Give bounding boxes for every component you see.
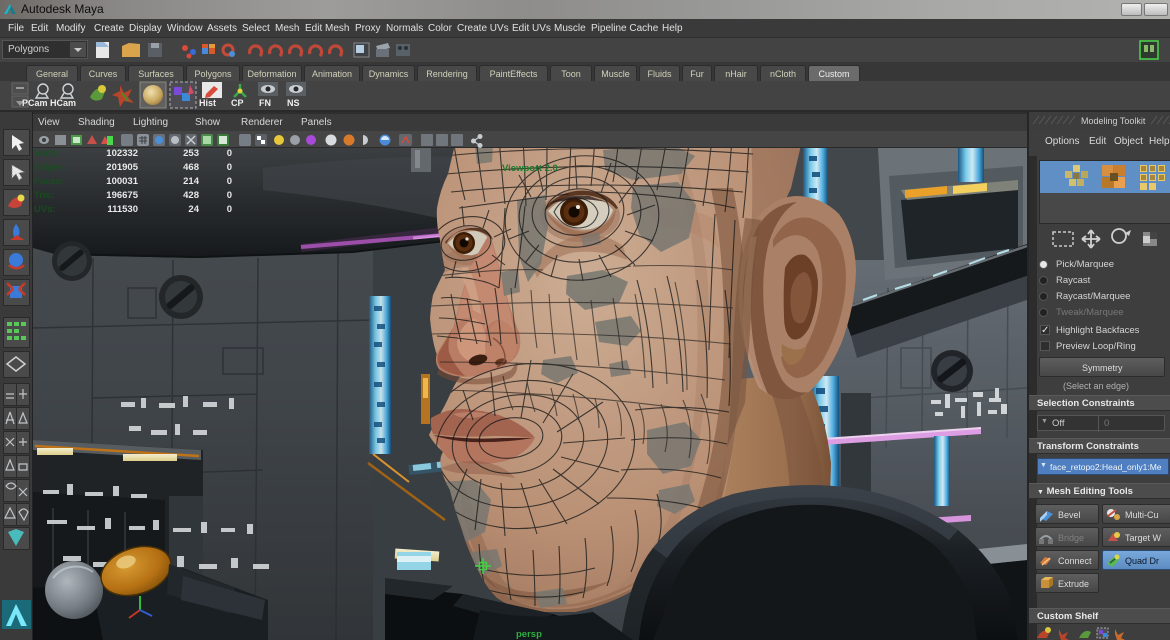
- svg-text:0: 0: [227, 162, 232, 173]
- svg-text:102332: 102332: [106, 148, 138, 159]
- svg-text:428: 428: [183, 190, 199, 201]
- svg-text:100031: 100031: [106, 176, 138, 187]
- svg-text:0: 0: [227, 176, 232, 187]
- svg-text:201905: 201905: [106, 162, 138, 173]
- svg-text:0: 0: [227, 148, 232, 159]
- svg-text:24: 24: [188, 204, 199, 215]
- svg-text:Tris:: Tris:: [34, 190, 54, 201]
- svg-text:0: 0: [227, 204, 232, 215]
- svg-text:Verts:: Verts:: [34, 148, 60, 159]
- svg-text:Edges:: Edges:: [34, 162, 66, 173]
- svg-text:0: 0: [227, 190, 232, 201]
- svg-text:111530: 111530: [107, 204, 138, 215]
- svg-text:Faces:: Faces:: [34, 176, 64, 187]
- svg-text:UVs:: UVs:: [34, 204, 56, 215]
- svg-text:Viewport 2.0: Viewport 2.0: [502, 163, 558, 174]
- svg-text:persp: persp: [516, 629, 542, 640]
- svg-text:468: 468: [183, 162, 199, 173]
- svg-text:214: 214: [183, 176, 200, 187]
- svg-text:253: 253: [183, 148, 199, 159]
- svg-text:196675: 196675: [106, 190, 138, 201]
